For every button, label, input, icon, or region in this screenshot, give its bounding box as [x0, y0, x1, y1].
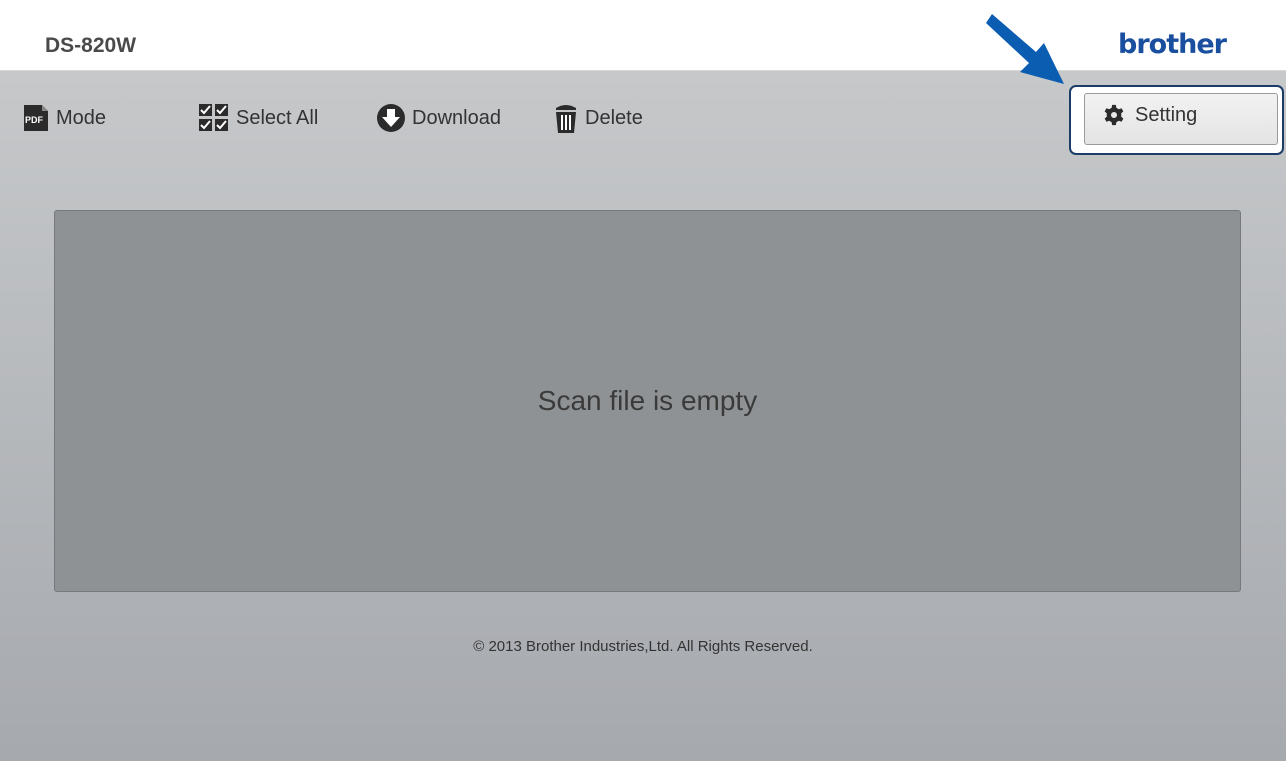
- model-name: DS-820W: [45, 34, 137, 57]
- setting-button[interactable]: Setting: [1084, 93, 1278, 145]
- app-area: PDF Mode Select All Download Delete Sett…: [0, 70, 1286, 761]
- pdf-icon: PDF: [24, 105, 48, 131]
- scan-file-panel: Scan file is empty: [54, 210, 1241, 592]
- copyright-footer: © 2013 Brother Industries,Ltd. All Right…: [473, 638, 813, 655]
- svg-text:PDF: PDF: [25, 115, 44, 125]
- download-icon: [377, 104, 405, 132]
- mode-button[interactable]: PDF Mode: [22, 101, 106, 135]
- empty-message: Scan file is empty: [537, 385, 758, 416]
- trash-icon: [556, 105, 576, 133]
- delete-label: Delete: [585, 106, 643, 129]
- download-label: Download: [412, 106, 501, 129]
- header: DS-820W brother: [0, 0, 1286, 70]
- delete-button[interactable]: Delete: [553, 101, 643, 135]
- gear-icon: [1104, 104, 1124, 126]
- setting-label: Setting: [1135, 103, 1198, 126]
- download-button[interactable]: Download: [376, 101, 501, 135]
- mode-label: Mode: [56, 106, 107, 129]
- brother-logo: brother: [1118, 29, 1227, 60]
- select-all-button[interactable]: Select All: [198, 101, 318, 135]
- pointer-arrow-icon: [986, 14, 1064, 84]
- select-all-label: Select All: [236, 106, 319, 129]
- select-all-icon: [199, 104, 228, 131]
